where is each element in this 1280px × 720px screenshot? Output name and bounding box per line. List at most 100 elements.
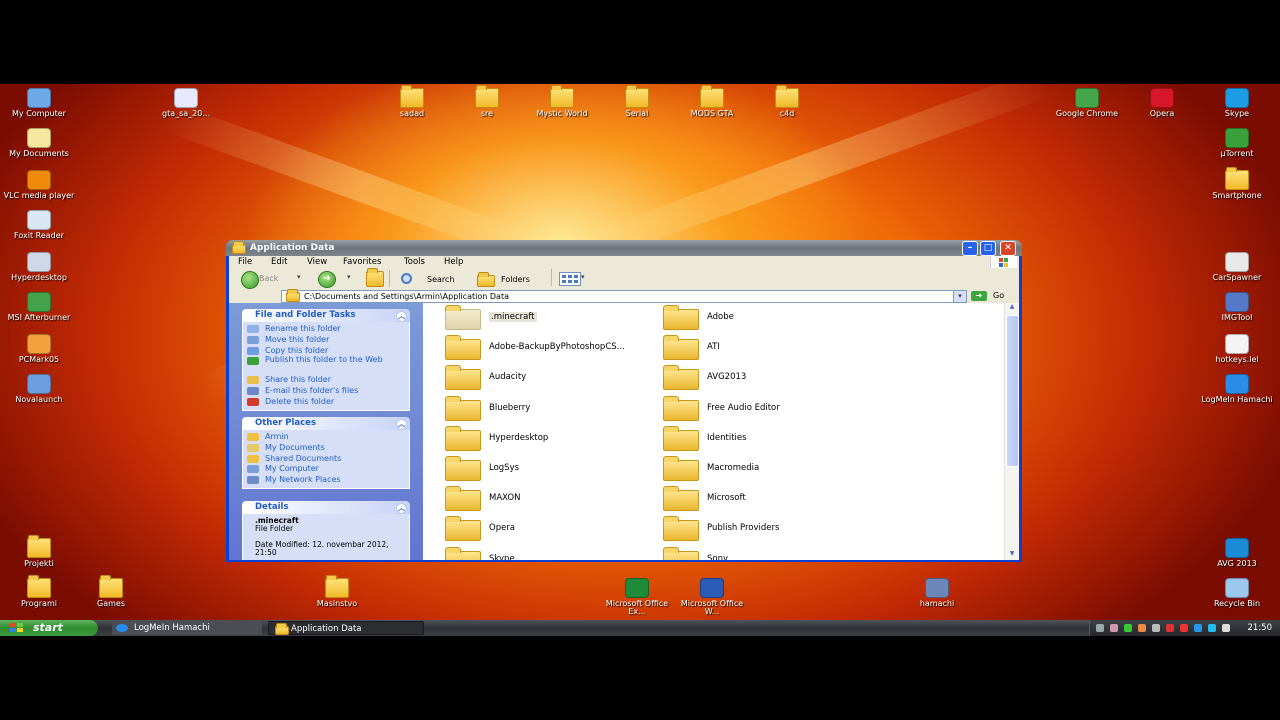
scrollbar-thumb[interactable] [1006,315,1019,467]
views-button[interactable] [559,272,581,286]
desktop-icon-recycle-bin[interactable]: Recycle Bin [1198,578,1276,608]
desktop-icon-microsoft-office-w[interactable]: Microsoft Office W... [673,578,751,616]
menu-file[interactable]: File [238,257,252,267]
task-my-network-places[interactable]: My Network Places [243,475,409,486]
task-rename-this-folder[interactable]: Rename this folder [243,324,409,335]
window-titlebar[interactable]: Application Data – □ ✕ [226,240,1022,256]
tray-app-icon[interactable] [1138,624,1146,632]
folder-item-adobe[interactable]: Adobe [651,303,861,333]
explorer-window[interactable]: Application Data – □ ✕ File Edit View Fa… [226,240,1022,562]
task-e-mail-this-folder-s-files[interactable]: E-mail this folder's files [243,386,409,397]
desktop-icon-sadad[interactable]: sadad [373,85,451,118]
desktop-icon-msi-afterburner[interactable]: MSI Afterburner [0,292,78,322]
desktop-icon-smartphone[interactable]: Smartphone [1198,167,1276,200]
desktop-icon-mods-gta[interactable]: MODS GTA [673,85,751,118]
maximize-button[interactable]: □ [980,241,996,256]
desktop-icon-sre[interactable]: sre [448,85,526,118]
desktop-icon-hyperdesktop[interactable]: Hyperdesktop [0,252,78,282]
desktop-icon-torrent[interactable]: µTorrent [1198,128,1276,158]
task-armin[interactable]: Armin [243,432,409,443]
folder-item-microsoft[interactable]: Microsoft [651,484,861,514]
desktop-icon-projekti[interactable]: Projekti [0,535,78,568]
up-folder-button[interactable] [366,268,384,287]
task-my-documents[interactable]: My Documents [243,443,409,454]
folder-item-logsys[interactable]: LogSys [433,454,643,484]
folder-item-publish-providers[interactable]: Publish Providers [651,514,861,544]
folder-item-minecraft[interactable]: .minecraft [433,303,643,333]
scroll-down-icon[interactable]: ▼ [1006,550,1018,560]
desktop-icon-serial[interactable]: Serial [598,85,676,118]
desktop-icon-gta-sa-20[interactable]: gta_sa_20... [147,88,225,118]
desktop-icon-microsoft-office-ex[interactable]: Microsoft Office Ex... [598,578,676,616]
desktop-icon-my-computer[interactable]: My Computer [0,88,78,118]
task-publish-this-folder-to-the-web[interactable]: Publish this folder to the Web [243,356,385,375]
collapse-icon[interactable]: ︿ [396,311,407,322]
vertical-scrollbar[interactable]: ▲ ▼ [1004,303,1019,560]
other-places-header[interactable]: Other Places ︿ [242,417,410,430]
desktop-icon-imgtool[interactable]: IMGTool [1198,292,1276,322]
task-move-this-folder[interactable]: Move this folder [243,335,409,346]
menu-help[interactable]: Help [444,257,463,267]
folder-item-opera[interactable]: Opera [433,514,643,544]
search-button[interactable]: Search [399,270,465,287]
file-folder-tasks-header[interactable]: File and Folder Tasks ︿ [242,309,410,322]
desktop-icon-logmein-hamachi[interactable]: LogMeIn Hamachi [1198,374,1276,404]
task-my-computer[interactable]: My Computer [243,464,409,475]
menu-tools[interactable]: Tools [404,257,425,267]
minimize-button[interactable]: – [962,241,978,256]
back-button[interactable]: Back [237,270,295,289]
menu-favorites[interactable]: Favorites [343,257,381,267]
desktop-icon-carspawner[interactable]: CarSpawner [1198,252,1276,282]
desktop-icon-programi[interactable]: Programi [0,575,78,608]
task-delete-this-folder[interactable]: Delete this folder [243,397,409,408]
address-input[interactable]: C:\Documents and Settings\Armin\Applicat… [281,289,967,303]
desktop-icon-hotkeys-lel[interactable]: hotkeys.lel [1198,334,1276,364]
tray-network-icon[interactable] [1096,624,1104,632]
tray-app-icon[interactable] [1152,624,1160,632]
views-dropdown-icon[interactable]: ▾ [581,273,585,281]
close-button[interactable]: ✕ [1000,241,1016,256]
folder-item-maxon[interactable]: MAXON [433,484,643,514]
menu-edit[interactable]: Edit [271,257,287,267]
desktop-icon-avg-2013[interactable]: AVG 2013 [1198,538,1276,568]
folder-item-blueberry[interactable]: Blueberry [433,394,643,424]
tray-app-icon[interactable] [1180,624,1188,632]
desktop-icon-novalaunch[interactable]: Novalaunch [0,374,78,404]
desktop-icon-games[interactable]: Games [72,575,150,608]
desktop-icon-google-chrome[interactable]: Google Chrome [1048,88,1126,118]
folder-item-audacity[interactable]: Audacity [433,363,643,393]
scroll-up-icon[interactable]: ▲ [1006,303,1018,313]
tray-app-icon[interactable] [1194,624,1202,632]
folder-item-free-audio-editor[interactable]: Free Audio Editor [651,394,861,424]
desktop-icon-c4d[interactable]: c4d [748,85,826,118]
desktop-icon-my-documents[interactable]: My Documents [0,128,78,158]
tray-app-icon[interactable] [1124,624,1132,632]
desktop-icon-pcmark05[interactable]: PCMark05 [0,334,78,364]
forward-dropdown-icon[interactable]: ▾ [347,273,351,281]
back-dropdown-icon[interactable]: ▾ [297,273,301,281]
start-button[interactable]: start [0,620,98,636]
task-share-this-folder[interactable]: Share this folder [243,375,409,386]
folder-item-sony[interactable]: Sony [651,545,861,560]
folder-item-ati[interactable]: ATI [651,333,861,363]
task-shared-documents[interactable]: Shared Documents [243,454,409,465]
taskbar-button-hamachi[interactable]: LogMeIn Hamachi [112,621,262,635]
folder-item-skype[interactable]: Skype [433,545,643,560]
folder-item-adobe-backupbyphotoshopcs[interactable]: Adobe-BackupByPhotoshopCS... [433,333,643,363]
folder-item-avg2013[interactable]: AVG2013 [651,363,861,393]
desktop-icon-foxit-reader[interactable]: Foxit Reader [0,210,78,240]
desktop-icon-hamachi[interactable]: hamachi [898,578,976,608]
forward-button[interactable]: ➜ [318,271,336,288]
details-header[interactable]: Details ︿ [242,501,410,514]
menu-view[interactable]: View [307,257,327,267]
folder-item-macromedia[interactable]: Macromedia [651,454,861,484]
tray-app-icon[interactable] [1208,624,1216,632]
tray-volume-icon[interactable] [1222,624,1230,632]
collapse-icon[interactable]: ︿ [396,503,407,514]
go-button[interactable]: ➜ Go [971,290,1015,302]
tray-app-icon[interactable] [1110,624,1118,632]
desktop-icon-opera[interactable]: Opera [1123,88,1201,118]
collapse-icon[interactable]: ︿ [396,419,407,430]
folder-item-identities[interactable]: Identities [651,424,861,454]
folders-button[interactable]: Folders [473,270,539,287]
